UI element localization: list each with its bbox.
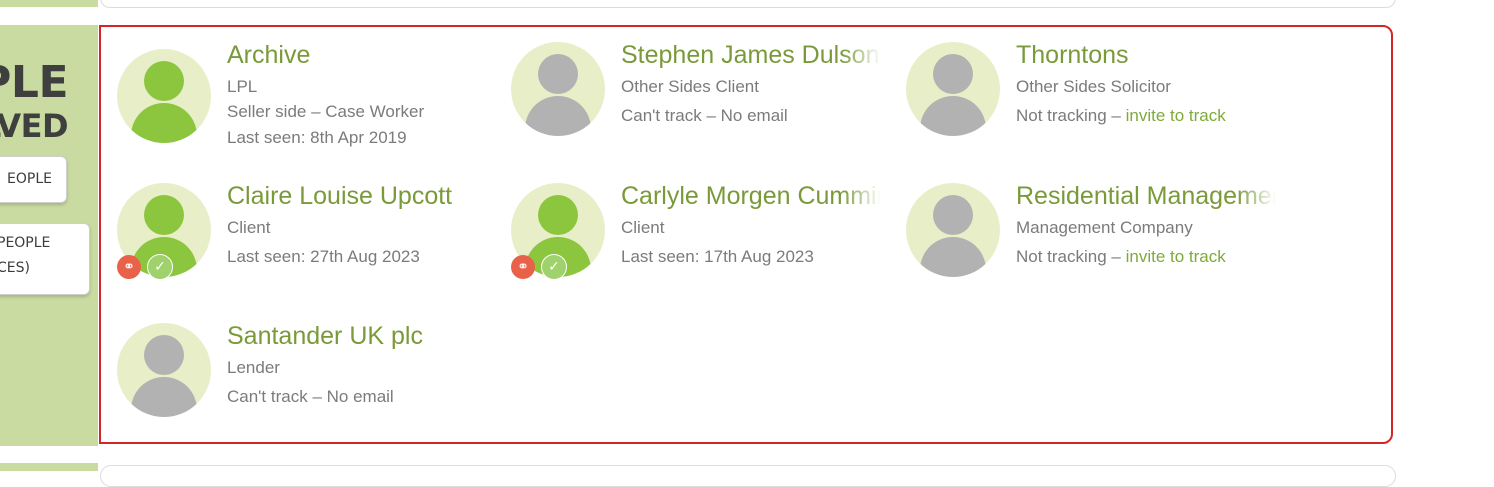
person-last-seen: Last seen: 17th Aug 2023 [621, 247, 814, 266]
avatar-body [920, 237, 986, 277]
person-card-stephen-james-dulson[interactable]: Stephen James Dulson Other Sides Client … [511, 41, 891, 161]
person-card-thorntons[interactable]: Thorntons Other Sides Solicitor Not trac… [906, 41, 1286, 161]
person-role: Other Sides Client [621, 77, 759, 96]
section-title-line2: LVED [0, 107, 69, 145]
person-role: Management Company [1016, 218, 1193, 237]
side-panel-bottom-band [0, 463, 98, 471]
person-last-seen: Last seen: 27th Aug 2023 [227, 247, 420, 266]
person-tracking-status: Not tracking – invite to track [1016, 106, 1226, 126]
person-name[interactable]: Thorntons [1016, 41, 1276, 70]
person-name[interactable]: Stephen James Dulson [621, 41, 881, 70]
invite-to-track-link[interactable]: invite to track [1126, 247, 1226, 266]
tracking-status-text: Not tracking – [1016, 247, 1126, 266]
avatar [906, 42, 1000, 136]
person-card-carlyle-morgen-cumming[interactable]: ⚭ ✓ Carlyle Morgen Cumming Client Last s… [511, 182, 891, 302]
person-tracking-status: Can't track – No email [227, 387, 394, 406]
person-card-santander-uk-plc[interactable]: Santander UK plc Lender Can't track – No… [117, 322, 497, 442]
section-title-line1: PLE [0, 57, 69, 108]
avatar [117, 323, 211, 417]
link-icon[interactable]: ⚭ [511, 255, 535, 279]
invite-to-track-link[interactable]: invite to track [1126, 106, 1226, 125]
avatar-head [144, 335, 184, 375]
avatar-body [131, 103, 197, 143]
check-icon: ✓ [541, 254, 567, 280]
person-card-residential-management[interactable]: Residential Management Management Compan… [906, 182, 1286, 302]
people-services-button[interactable]: PEOPLE CES) [0, 223, 90, 295]
avatar-body [131, 377, 197, 417]
person-name[interactable]: Carlyle Morgen Cumming [621, 182, 881, 211]
people-button[interactable]: EOPLE [0, 156, 67, 203]
avatar-head [144, 195, 184, 235]
people-services-button-line1: PEOPLE [0, 235, 51, 251]
person-name[interactable]: Residential Management [1016, 182, 1276, 211]
check-icon: ✓ [147, 254, 173, 280]
person-role: Client [227, 218, 271, 237]
avatar [511, 42, 605, 136]
avatar-head [538, 54, 578, 94]
person-role: Lender [227, 358, 280, 377]
person-card-claire-louise-upcott[interactable]: ⚭ ✓ Claire Louise Upcott Client Last see… [117, 182, 497, 302]
avatar [906, 183, 1000, 277]
people-involved-box: Archive LPL Seller side – Case Worker La… [99, 25, 1393, 444]
person-card-archive[interactable]: Archive LPL Seller side – Case Worker La… [117, 41, 497, 161]
avatar-head [144, 61, 184, 101]
avatar [117, 49, 211, 143]
side-panel: PLE LVED EOPLE PEOPLE CES) [0, 25, 98, 446]
person-name[interactable]: Santander UK plc [227, 322, 487, 351]
person-role: Client [621, 218, 665, 237]
people-services-button-line2: CES) [0, 260, 30, 276]
link-icon[interactable]: ⚭ [117, 255, 141, 279]
people-button-label: EOPLE [7, 171, 52, 187]
avatar-head [538, 195, 578, 235]
avatar-body [525, 96, 591, 136]
person-role: Seller side – Case Worker [227, 102, 425, 121]
person-tracking-status: Can't track – No email [621, 106, 788, 125]
person-name[interactable]: Claire Louise Upcott [227, 182, 487, 211]
person-company: LPL [227, 77, 258, 96]
previous-card [100, 0, 1396, 8]
avatar-head [933, 54, 973, 94]
avatar-body [920, 96, 986, 136]
person-role: Other Sides Solicitor [1016, 77, 1171, 96]
next-card [100, 465, 1396, 487]
person-last-seen: Last seen: 8th Apr 2019 [227, 128, 407, 147]
side-panel-top-band [0, 0, 98, 7]
person-name[interactable]: Archive [227, 41, 487, 70]
avatar-head [933, 195, 973, 235]
person-tracking-status: Not tracking – invite to track [1016, 247, 1226, 267]
tracking-status-text: Not tracking – [1016, 106, 1126, 125]
